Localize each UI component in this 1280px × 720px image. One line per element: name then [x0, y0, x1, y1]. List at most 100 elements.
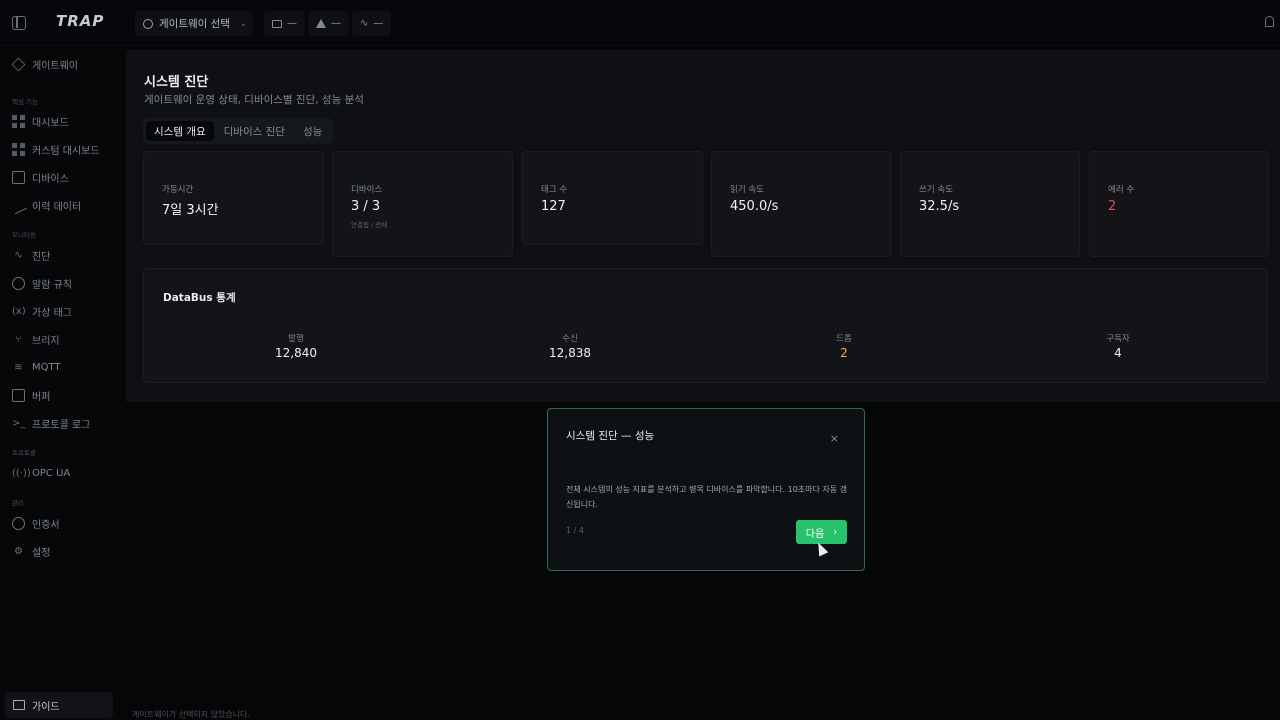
stat-label: 드롭 [836, 334, 852, 344]
sidebar-item-custom-dashboard[interactable]: 커스텀 대시보드 [12, 141, 100, 157]
book-icon [13, 700, 25, 710]
radio-icon: ((·)) [12, 467, 31, 479]
tour-step-indicator: 1 / 4 [566, 526, 584, 535]
terminal-icon: >_ [12, 417, 26, 429]
sidebar-item-bridge[interactable]: ⑂ 브리지 [12, 331, 60, 347]
sidebar-item-label: 커스텀 대시보드 [32, 145, 100, 157]
sidebar-item-mqtt[interactable]: ≋ MQTT [12, 359, 61, 375]
stat-value: 12,838 [549, 346, 591, 360]
sidebar-item-dashboard[interactable]: 대시보드 [12, 113, 69, 129]
sidebar-section-monitoring: 모니터링 [12, 231, 36, 239]
sidebar-section-core: 핵심 기능 [12, 98, 38, 106]
guide-label: 가이드 [32, 701, 60, 713]
git-branch-icon: ⑂ [15, 333, 22, 345]
card-value: 7일 3시간 [162, 203, 219, 218]
gear-icon: ⚙ [14, 545, 23, 557]
tour-description: 전체 시스템의 성능 지표를 분석하고 병목 디바이스를 파악합니다. 10초마… [566, 485, 848, 509]
stat-value: 12,840 [275, 346, 317, 360]
variable-icon: (x) [12, 305, 26, 317]
guide-button[interactable]: 가이드 [5, 692, 113, 718]
footer-status: 게이트웨이가 선택되지 않았습니다. [132, 710, 251, 719]
sidebar-item-devices[interactable]: 디바이스 [12, 169, 69, 185]
card-value: 3 / 3 [351, 199, 381, 214]
sidebar-item-settings[interactable]: ⚙ 설정 [12, 543, 50, 559]
stat-label: 발행 [288, 334, 304, 344]
devices-card: 디바이스 3 / 3 연결됨 / 전체 [332, 151, 513, 257]
sidebar-item-label: 설정 [32, 547, 51, 559]
tab-system-overview[interactable]: 시스템 개요 [146, 121, 214, 141]
stat-dropped: 드롭 2 [784, 332, 904, 360]
main-content: 시스템 진단 게이트웨이 운영 상태, 디바이스별 진단, 성능 분석 시스템 … [126, 50, 1280, 402]
wifi-icon: ≋ [14, 361, 23, 373]
network-icon [143, 18, 153, 29]
gateway-select-label: 게이트웨이 선택 [159, 18, 230, 30]
card-value: 450.0/s [730, 199, 779, 214]
trending-up-icon [9, 196, 28, 214]
activity-status-value: — [373, 18, 384, 29]
sidebar-item-label: 대시보드 [32, 117, 69, 129]
sidebar-item-virtual-tags[interactable]: (x) 가상 태그 [12, 303, 72, 319]
sidebar-item-protocol-log[interactable]: >_ 프로토콜 로그 [12, 415, 90, 431]
stat-published: 발행 12,840 [236, 332, 356, 360]
grid-icon [12, 114, 25, 128]
sidebar-item-certificates[interactable]: 인증서 [12, 515, 60, 531]
grid-icon [12, 142, 25, 156]
sidebar-item-label: MQTT [32, 361, 61, 373]
card-label: 에러 수 [1108, 185, 1135, 195]
card-label: 디바이스 [351, 185, 383, 195]
gateway-select[interactable]: 게이트웨이 선택 ⌄ [135, 11, 253, 36]
read-rate-card: 읽기 속도 450.0/s [711, 151, 891, 257]
card-label: 가동시간 [162, 185, 194, 195]
sidebar-item-label: 게이트웨이 [32, 60, 78, 72]
sidebar-item-history[interactable]: 이력 데이터 [9, 196, 82, 214]
sidebar-toggle-icon[interactable] [12, 16, 26, 30]
bell-icon [12, 276, 25, 290]
hard-drive-icon [12, 388, 25, 402]
sidebar-item-diagnostics[interactable]: ∿ 진단 [12, 247, 50, 263]
card-value: 127 [541, 199, 566, 214]
sidebar-section-protocol: 프로토콜 [12, 449, 36, 457]
app-logo[interactable]: TRAP [56, 12, 104, 30]
sidebar-item-label: 진단 [32, 251, 51, 263]
tab-device-diagnostics[interactable]: 디바이스 진단 [216, 121, 293, 141]
sidebar-item-label: 디바이스 [32, 173, 69, 185]
sidebar-item-label: 이력 데이터 [32, 201, 82, 213]
sidebar-item-opc-ua[interactable]: ((·)) OPC UA [12, 465, 70, 481]
top-bar: TRAP 게이트웨이 선택 ⌄ — — ∿ — [0, 0, 1280, 46]
sidebar-item-label: 알람 규칙 [32, 279, 72, 291]
card-label: 태그 수 [541, 185, 568, 195]
bell-icon[interactable] [1265, 16, 1274, 27]
close-icon[interactable]: × [830, 432, 839, 445]
page-title: 시스템 진단 [144, 75, 209, 90]
stat-value: 2 [840, 346, 848, 360]
sidebar-item-label: 버퍼 [32, 391, 51, 403]
sidebar-item-label: 인증서 [32, 519, 60, 531]
card-value: 2 [1108, 199, 1117, 214]
server-status-pill[interactable]: — [264, 11, 305, 36]
sidebar-item-alarm-rules[interactable]: 알람 규칙 [12, 275, 72, 291]
tab-performance[interactable]: 성능 [295, 121, 330, 141]
card-note: 연결됨 / 전체 [351, 221, 388, 229]
card-label: 쓰기 속도 [919, 185, 953, 195]
chevron-right-icon: › [833, 526, 838, 538]
stat-label: 구독자 [1106, 334, 1130, 344]
sidebar-section-admin: 관리 [12, 499, 24, 507]
alert-status-value: — [331, 18, 341, 29]
activity-status-pill[interactable]: ∿ — [352, 11, 392, 36]
chevron-down-icon: ⌄ [239, 19, 247, 28]
alert-status-pill[interactable]: — [308, 11, 349, 36]
server-icon [12, 170, 25, 184]
databus-stats-panel: DataBus 통계 발행 12,840 수신 12,838 드롭 2 구독자 … [143, 268, 1268, 383]
card-value: 32.5/s [919, 199, 960, 214]
warning-icon [316, 19, 326, 28]
sidebar-item-gateway[interactable]: 게이트웨이 [11, 56, 78, 72]
sidebar-item-label: 가상 태그 [32, 307, 72, 319]
error-count-card: 에러 수 2 [1089, 151, 1269, 257]
page-subtitle: 게이트웨이 운영 상태, 디바이스별 진단, 성능 분석 [144, 94, 364, 106]
sidebar-item-buffer[interactable]: 버퍼 [12, 387, 50, 403]
stat-label: 수신 [562, 334, 578, 344]
card-label: 읽기 속도 [730, 185, 764, 195]
activity-icon: ∿ [14, 249, 23, 261]
shield-icon [12, 516, 25, 530]
sidebar-item-label: OPC UA [32, 467, 71, 479]
